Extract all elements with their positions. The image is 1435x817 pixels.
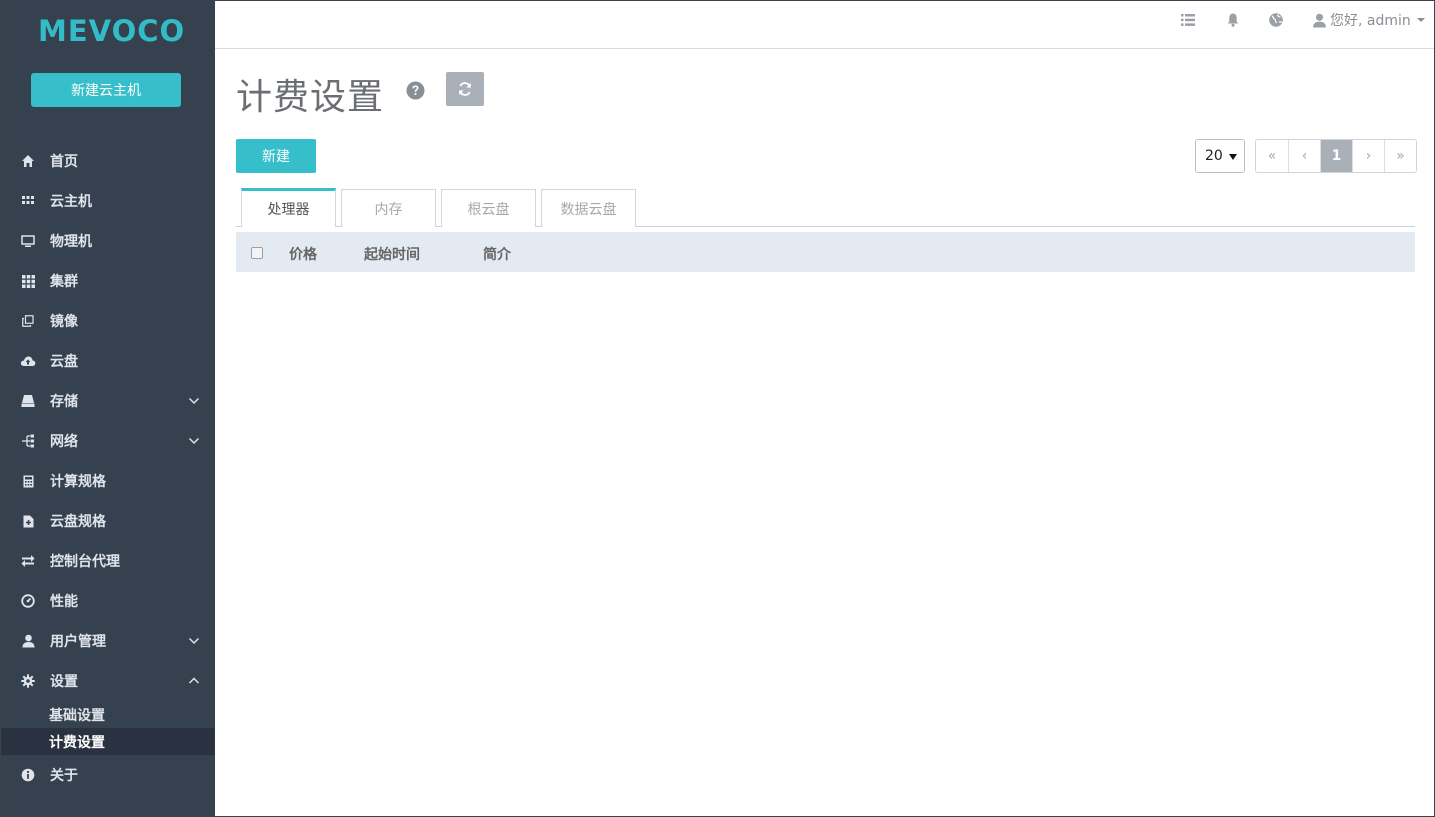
sidebar-item-label: 性能: [50, 594, 78, 610]
sidebar-item-cluster[interactable]: 集群: [0, 261, 215, 301]
sidebar-item-label: 计费设置: [49, 734, 105, 751]
user-menu[interactable]: 您好, admin: [1312, 10, 1425, 30]
refresh-button[interactable]: [446, 72, 484, 106]
chevron-down-icon[interactable]: [188, 435, 200, 447]
sidebar-item-instance-offering[interactable]: 计算规格: [0, 461, 215, 501]
sidebar-item-label: 镜像: [50, 314, 78, 330]
page-title: 计费设置: [236, 77, 385, 118]
sidebar-item-label: 网络: [50, 434, 78, 450]
sidebar-item-label: 云盘: [50, 354, 78, 370]
sidebar-item-label: 存储: [50, 394, 78, 410]
home-icon: [20, 153, 36, 169]
tab-cpu[interactable]: 处理器: [241, 188, 336, 227]
bell-icon[interactable]: [1225, 12, 1241, 28]
sidebar-item-network[interactable]: 网络: [0, 421, 215, 461]
pager-next-button[interactable]: ›: [1352, 140, 1384, 172]
chevron-up-icon[interactable]: [188, 675, 200, 687]
grid-icon: [20, 273, 36, 289]
dropdown-arrow-icon: [1229, 154, 1237, 160]
sidebar-item-label: 物理机: [50, 234, 92, 250]
sidebar-item-label: 控制台代理: [50, 554, 120, 570]
caret-down-icon: [1416, 18, 1425, 22]
copy-icon: [20, 313, 36, 329]
sidebar-item-label: 基础设置: [49, 707, 105, 724]
sidebar-item-label: 设置: [50, 674, 78, 690]
tab-root-volume[interactable]: 根云盘: [441, 189, 536, 227]
sidebar-item-performance[interactable]: 性能: [0, 581, 215, 621]
column-header-description[interactable]: 简介: [483, 244, 511, 264]
top-bar: 您好, admin: [215, 0, 1435, 49]
new-vm-button[interactable]: 新建云主机: [31, 73, 181, 107]
tab-data-volume[interactable]: 数据云盘: [541, 189, 636, 227]
sidebar-item-disk-offering[interactable]: 云盘规格: [0, 501, 215, 541]
refresh-icon: [459, 82, 471, 96]
cloud-upload-icon: [20, 353, 36, 369]
network-icon: [20, 433, 36, 449]
chevron-down-icon[interactable]: [188, 635, 200, 647]
page-size-value: 20: [1205, 148, 1223, 164]
monitor-icon: [20, 233, 36, 249]
chevron-down-icon[interactable]: [188, 395, 200, 407]
sidebar-item-volume[interactable]: 云盘: [0, 341, 215, 381]
sidebar-item-label: 云盘规格: [50, 514, 106, 530]
sidebar-item-label: 集群: [50, 274, 78, 290]
exchange-icon: [20, 553, 36, 569]
sidebar-item-about[interactable]: 关于: [0, 755, 215, 795]
globe-icon[interactable]: [1268, 12, 1284, 28]
grid-small-icon: [20, 193, 36, 209]
file-plus-icon: [20, 513, 36, 529]
sidebar-subitem-billing-settings[interactable]: 计费设置: [0, 728, 215, 755]
user-icon: [20, 633, 36, 649]
column-header-price[interactable]: 价格: [289, 244, 317, 264]
sidebar: MEVOCO 新建云主机 首页 云主机 物理机 集群 镜像 云盘 存储 网络 计…: [0, 0, 215, 817]
sidebar-item-label: 计算规格: [50, 474, 106, 490]
question-icon[interactable]: [406, 81, 425, 100]
tab-bar: 处理器 内存 根云盘 数据云盘: [236, 188, 1415, 227]
logo[interactable]: MEVOCO: [38, 14, 185, 48]
pager-first-button[interactable]: «: [1256, 140, 1288, 172]
sidebar-item-label: 云主机: [50, 194, 92, 210]
pagination: « ‹ 1 › »: [1255, 139, 1417, 173]
hdd-icon: [20, 393, 36, 409]
sidebar-item-settings[interactable]: 设置: [0, 661, 215, 701]
sidebar-item-storage[interactable]: 存储: [0, 381, 215, 421]
sidebar-item-label: 关于: [50, 768, 78, 784]
sidebar-item-label: 用户管理: [50, 634, 106, 650]
sidebar-item-host[interactable]: 物理机: [0, 221, 215, 261]
pager-prev-button[interactable]: ‹: [1288, 140, 1320, 172]
page-size-select[interactable]: 20: [1195, 139, 1245, 173]
sidebar-item-image[interactable]: 镜像: [0, 301, 215, 341]
sidebar-subitem-basic-settings[interactable]: 基础设置: [0, 701, 215, 728]
user-greeting: 您好, admin: [1330, 13, 1411, 29]
sidebar-item-home[interactable]: 首页: [0, 141, 215, 181]
sidebar-item-label: 首页: [50, 154, 78, 170]
calculator-icon: [20, 473, 36, 489]
create-button[interactable]: 新建: [236, 139, 316, 173]
gear-icon: [20, 673, 36, 689]
list-icon[interactable]: [1180, 12, 1196, 28]
select-all-checkbox[interactable]: [251, 247, 263, 259]
sidebar-item-console-proxy[interactable]: 控制台代理: [0, 541, 215, 581]
sidebar-item-user-management[interactable]: 用户管理: [0, 621, 215, 661]
sidebar-nav: 首页 云主机 物理机 集群 镜像 云盘 存储 网络 计算规格 云盘规格 控制台代…: [0, 141, 215, 795]
sidebar-item-vm[interactable]: 云主机: [0, 181, 215, 221]
column-header-start-time[interactable]: 起始时间: [364, 244, 420, 264]
info-icon: [20, 767, 36, 783]
tab-memory[interactable]: 内存: [341, 189, 436, 227]
table-header: 价格 起始时间 简介: [236, 232, 1415, 272]
pager-page-1[interactable]: 1: [1320, 140, 1352, 172]
pager-last-button[interactable]: »: [1384, 140, 1416, 172]
user-icon: [1313, 13, 1326, 27]
dashboard-icon: [20, 593, 36, 609]
